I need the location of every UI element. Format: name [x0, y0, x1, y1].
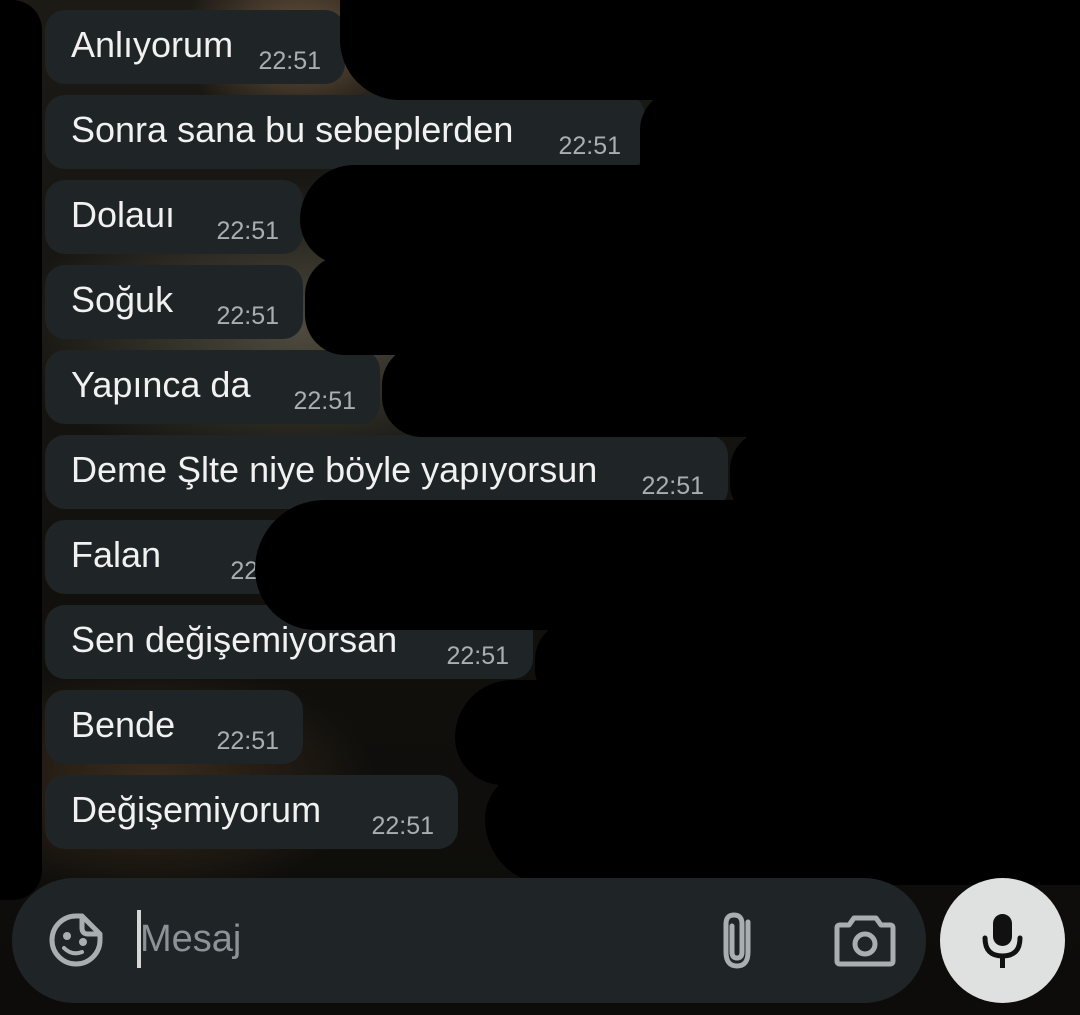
message-time: 22:51: [446, 642, 509, 670]
message-time: 22:51: [558, 132, 621, 160]
message-time: 22:51: [216, 217, 279, 245]
sticker-emoji-icon[interactable]: [48, 912, 104, 968]
message-bubble[interactable]: Dolauı 22:51: [45, 180, 303, 254]
message-text: Bende: [71, 704, 176, 745]
message-bubble[interactable]: Soğuk 22:51: [45, 265, 303, 339]
message-input[interactable]: [140, 908, 660, 970]
voice-record-button[interactable]: [940, 878, 1065, 1003]
message-text: Falan: [71, 534, 162, 575]
message-text: Deme Şlte niye böyle yapıyorsun: [71, 449, 598, 490]
message-bubble[interactable]: Değişemiyorum 22:51: [45, 775, 458, 849]
message-bubble[interactable]: Bende 22:51: [45, 690, 303, 764]
message-time: 22:51: [216, 727, 279, 755]
message-text: Değişemiyorum: [71, 789, 322, 830]
message-text: Anlıyorum: [71, 24, 234, 65]
paperclip-icon[interactable]: [710, 908, 766, 974]
message-composer: [12, 878, 926, 1003]
message-time: 22:51: [641, 472, 704, 500]
microphone-icon: [982, 914, 1023, 968]
message-text: Yapınca da: [71, 364, 251, 405]
message-text: Sonra sana bu sebeplerden: [71, 109, 514, 150]
message-time: 22:51: [258, 47, 321, 75]
message-time: 22:51: [371, 812, 434, 840]
message-bubble[interactable]: Sonra sana bu sebeplerden 22:51: [45, 95, 645, 169]
message-time: 22:51: [293, 387, 356, 415]
message-bubble[interactable]: Yapınca da 22:51: [45, 350, 380, 424]
message-bubble[interactable]: Deme Şlte niye böyle yapıyorsun 22:51: [45, 435, 728, 509]
message-text: Soğuk: [71, 279, 174, 320]
message-time: 22:51: [216, 302, 279, 330]
message-bubble[interactable]: Anlıyorum 22:51: [45, 10, 345, 84]
message-text: Dolauı: [71, 194, 176, 235]
camera-icon[interactable]: [834, 912, 896, 968]
